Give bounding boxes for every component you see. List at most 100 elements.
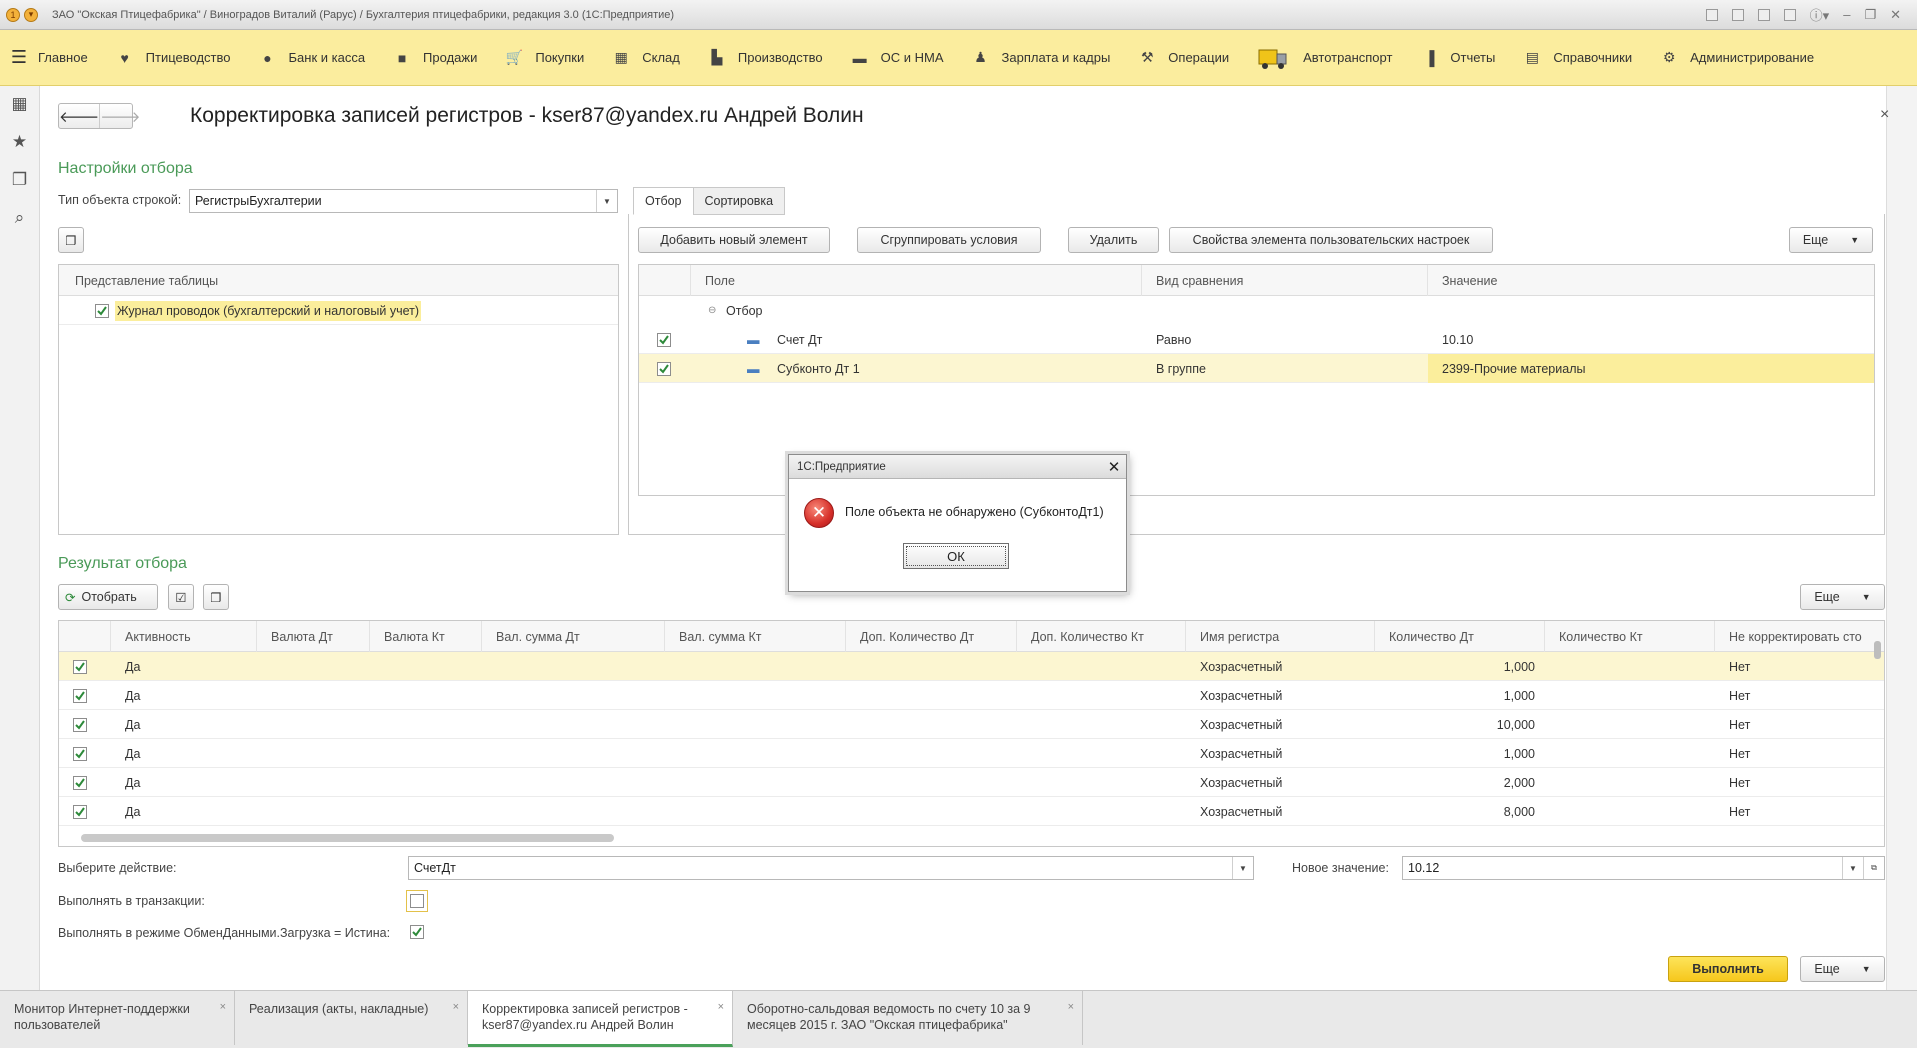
row-checkbox[interactable]: [73, 797, 93, 826]
row-checkbox[interactable]: [657, 325, 677, 354]
burger-icon[interactable]: ☰: [0, 30, 38, 86]
row-checkbox[interactable]: [95, 296, 115, 325]
table-row[interactable]: ▬ Счет Дт Равно 10.10: [639, 325, 1874, 354]
tab-sort[interactable]: Сортировка: [692, 187, 786, 215]
no-adjust-cell: Нет: [1729, 746, 1751, 761]
filter-tabs: Отбор Сортировка: [633, 187, 786, 215]
window-tab-support-monitor[interactable]: Монитор Интернет-поддержки пользователей…: [0, 991, 235, 1045]
menu-item-purchases[interactable]: 🛒 Покупки: [493, 30, 600, 86]
chevron-down-icon[interactable]: ▼: [1232, 857, 1253, 879]
dialog-titlebar: 1С:Предприятие ✕: [789, 455, 1126, 479]
check-all-button[interactable]: ☑: [168, 584, 194, 610]
window-tab-turnover-report[interactable]: Оборотно-сальдовая ведомость по счету 10…: [733, 991, 1083, 1045]
search-icon[interactable]: ⌕: [9, 208, 31, 228]
column-header-check: [59, 621, 111, 652]
object-type-combo[interactable]: РегистрыБухгалтерии ▼: [189, 189, 618, 213]
back-arrow-icon[interactable]: 🡐: [59, 104, 99, 128]
table-row[interactable]: Да Хозрасчетный 2,000 Нет: [59, 768, 1884, 797]
toolbar-icon[interactable]: [1705, 8, 1718, 21]
menu-item-transport[interactable]: Автотранспорт: [1245, 30, 1408, 86]
menu-item-poultry[interactable]: ♥ Птицеводство: [104, 30, 247, 86]
window-tab-register-correction[interactable]: Корректировка записей регистров - kser87…: [468, 991, 733, 1047]
row-checkbox[interactable]: [73, 652, 93, 681]
apps-grid-icon[interactable]: ▦: [9, 94, 31, 114]
table-row[interactable]: Да Хозрасчетный 10,000 Нет: [59, 710, 1884, 739]
menu-item-salary[interactable]: ♟ Зарплата и кадры: [960, 30, 1127, 86]
bag-icon: ■: [397, 49, 407, 66]
menu-item-warehouse[interactable]: ▦ Склад: [600, 30, 696, 86]
close-icon[interactable]: ×: [1068, 999, 1074, 1015]
table-row[interactable]: ▬ Субконто Дт 1 В группе 2399-Прочие мат…: [639, 354, 1874, 383]
row-checkbox[interactable]: [657, 354, 677, 383]
menu-item-reports[interactable]: ▐ Отчеты: [1408, 30, 1511, 86]
column-header-field: Поле: [691, 265, 1142, 296]
menu-item-admin[interactable]: ⚙ Администрирование: [1648, 30, 1830, 86]
window-close-icon[interactable]: ✕: [1890, 7, 1901, 23]
field-cell: Счет Дт: [777, 332, 823, 347]
horizontal-scrollbar[interactable]: [81, 834, 614, 842]
row-checkbox[interactable]: [73, 710, 93, 739]
action-more-button[interactable]: Еще ▼: [1800, 956, 1885, 982]
forward-arrow-icon[interactable]: 🡒: [99, 104, 140, 128]
chevron-down-icon[interactable]: ▼: [1842, 857, 1863, 879]
select-button[interactable]: ⟳ Отобрать: [58, 584, 158, 610]
history-icon[interactable]: ❐: [9, 170, 31, 190]
form-close-icon[interactable]: ×: [1880, 106, 1889, 124]
row-checkbox[interactable]: [73, 739, 93, 768]
value-cell[interactable]: 2399-Прочие материалы: [1428, 354, 1874, 383]
table-row[interactable]: Да Хозрасчетный 1,000 Нет: [59, 652, 1884, 681]
menu-item-assets[interactable]: ▬ ОС и НМА: [839, 30, 960, 86]
copy-settings-button[interactable]: ❐: [58, 227, 84, 253]
info-icon[interactable]: ⓘ▾: [1810, 5, 1830, 24]
row-checkbox[interactable]: [73, 681, 93, 710]
new-value-field[interactable]: 10.12 ▼ ⧉: [1402, 856, 1885, 880]
chevron-down-icon[interactable]: ▼: [596, 190, 617, 212]
menu-item-bank[interactable]: ● Банк и касса: [247, 30, 382, 86]
window-tab-sales[interactable]: Реализация (акты, накладные) ×: [235, 991, 468, 1045]
column-header-activity: Активность: [111, 621, 257, 652]
table-row[interactable]: Да Хозрасчетный 8,000 Нет: [59, 797, 1884, 826]
column-header: Представление таблицы: [75, 273, 219, 288]
calendar-icon[interactable]: [1757, 8, 1770, 21]
close-icon[interactable]: ✕: [1102, 458, 1126, 476]
menu-item-sales[interactable]: ■ Продажи: [381, 30, 493, 86]
filter-more-button[interactable]: Еще ▼: [1789, 227, 1873, 253]
delete-button[interactable]: Удалить: [1068, 227, 1159, 253]
tab-filter[interactable]: Отбор: [633, 187, 694, 215]
close-icon[interactable]: ×: [718, 999, 724, 1015]
table-row[interactable]: Да Хозрасчетный 1,000 Нет: [59, 739, 1884, 768]
execute-button[interactable]: Выполнить: [1668, 956, 1788, 982]
close-icon[interactable]: ×: [453, 999, 459, 1015]
add-element-button[interactable]: Добавить новый элемент: [638, 227, 830, 253]
copy-result-button[interactable]: ❐: [203, 584, 229, 610]
app-menu-icon[interactable]: ▾: [24, 7, 38, 22]
app-logo-icon[interactable]: 1: [6, 7, 20, 22]
exchange-checkbox[interactable]: [410, 925, 424, 941]
element-properties-button[interactable]: Свойства элемента пользовательских настр…: [1169, 227, 1493, 253]
close-icon[interactable]: ×: [220, 999, 226, 1015]
menu-item-catalogs[interactable]: ▤ Справочники: [1511, 30, 1648, 86]
favorites-star-icon[interactable]: ★: [9, 132, 31, 152]
menu-item-operations[interactable]: ⚒ Операции: [1126, 30, 1245, 86]
row-checkbox[interactable]: [73, 768, 93, 797]
table-row[interactable]: Да Хозрасчетный 1,000 Нет: [59, 681, 1884, 710]
table-row[interactable]: Журнал проводок (бухгалтерский и налогов…: [59, 296, 618, 325]
result-more-button[interactable]: Еще ▼: [1800, 584, 1885, 610]
print-icon[interactable]: [1731, 8, 1744, 21]
ok-button[interactable]: ОК: [903, 543, 1009, 569]
vertical-scrollbar[interactable]: [1874, 641, 1881, 659]
checkmark-icon: [73, 717, 87, 732]
minimize-icon[interactable]: –: [1843, 7, 1850, 22]
menu-item-main[interactable]: Главное: [38, 30, 104, 86]
group-conditions-button[interactable]: Сгруппировать условия: [857, 227, 1041, 253]
menu-item-production[interactable]: ▙ Производство: [696, 30, 839, 86]
list-item: Журнал проводок (бухгалтерский и налогов…: [115, 296, 435, 325]
action-combo[interactable]: СчетДт ▼: [408, 856, 1254, 880]
maximize-icon[interactable]: ❐: [1864, 7, 1876, 23]
open-icon[interactable]: ⧉: [1863, 857, 1884, 879]
collapse-icon[interactable]: ⊖: [708, 296, 722, 325]
transaction-checkbox[interactable]: [406, 890, 428, 912]
calculator-icon[interactable]: [1783, 8, 1796, 21]
table-row-group[interactable]: ⊖ Отбор: [639, 296, 1874, 325]
checkmark-icon: [95, 303, 109, 318]
